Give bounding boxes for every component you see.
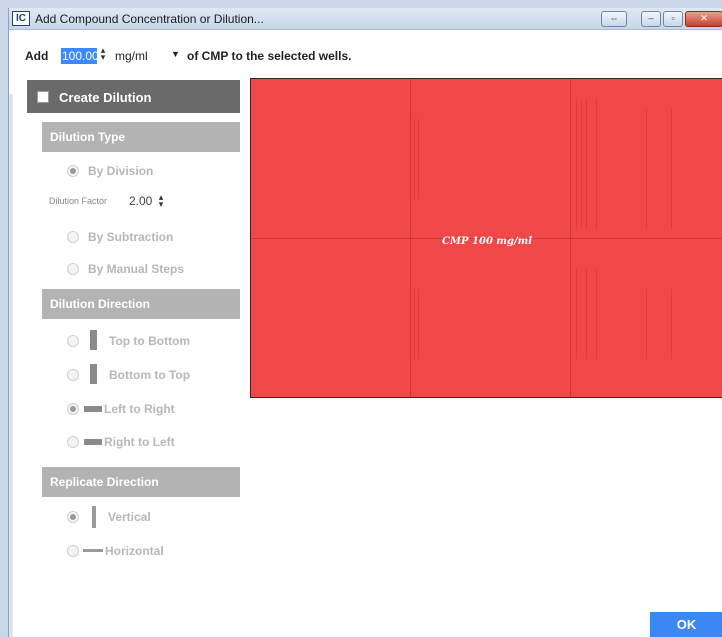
dilution-factor-label: Dilution Factor xyxy=(49,196,108,206)
radio-vertical[interactable] xyxy=(67,511,79,523)
plate-texture-line xyxy=(414,119,415,199)
chevron-down-icon[interactable]: ▼ xyxy=(171,49,180,59)
dilution-direction-header: Dilution Direction xyxy=(42,289,240,319)
plate-texture-line xyxy=(418,119,419,199)
dilution-factor-input[interactable]: 2.00 xyxy=(129,194,152,208)
radio-by-subtraction[interactable] xyxy=(67,231,79,243)
app-icon: IC xyxy=(12,11,30,26)
radio-by-manual-steps[interactable] xyxy=(67,263,79,275)
add-suffix-text: of CMP to the selected wells. xyxy=(187,49,352,63)
dialog-window: IC Add Compound Concentration or Dilutio… xyxy=(8,8,722,637)
create-dilution-checkbox[interactable] xyxy=(37,91,49,103)
horizontal-strip-icon xyxy=(84,406,102,412)
unit-select[interactable]: mg/ml xyxy=(115,49,148,63)
plate-preview[interactable]: CMP 100 mg/ml xyxy=(250,78,722,398)
concentration-input[interactable]: 100.00 xyxy=(61,48,99,64)
plate-texture-line xyxy=(586,269,587,359)
horizontal-line-icon xyxy=(83,549,103,552)
option-right-to-left[interactable]: Right to Left xyxy=(104,435,175,449)
plate-texture-line xyxy=(596,99,597,229)
option-bottom-to-top[interactable]: Bottom to Top xyxy=(109,368,190,382)
add-concentration-bar: Add 100.00 ▴ ▾ mg/ml ▼ of CMP to the sele… xyxy=(9,30,722,74)
option-by-subtraction[interactable]: By Subtraction xyxy=(88,230,173,244)
horizontal-strip-icon xyxy=(84,439,102,445)
plate-texture-line xyxy=(581,99,582,229)
close-button[interactable]: ✕ xyxy=(685,11,722,27)
radio-by-division[interactable] xyxy=(67,165,79,177)
ok-button[interactable]: OK xyxy=(650,612,722,637)
vertical-strip-icon xyxy=(90,330,97,350)
dilution-type-header: Dilution Type xyxy=(42,122,240,152)
radio-horizontal[interactable] xyxy=(67,545,79,557)
plate-texture-line xyxy=(646,109,647,229)
plate-texture-line xyxy=(418,289,419,359)
plate-texture-line xyxy=(586,99,587,229)
radio-bottom-to-top[interactable] xyxy=(67,369,79,381)
radio-right-to-left[interactable] xyxy=(67,436,79,448)
left-edge-strip xyxy=(9,94,13,637)
option-vertical[interactable]: Vertical xyxy=(108,510,151,524)
option-by-division[interactable]: By Division xyxy=(88,164,153,178)
replicate-direction-header: Replicate Direction xyxy=(42,467,240,497)
plate-texture-line xyxy=(576,269,577,359)
add-label: Add xyxy=(25,49,49,63)
plate-texture-line xyxy=(671,289,672,359)
plate-texture-line xyxy=(576,99,577,229)
radio-top-to-bottom[interactable] xyxy=(67,335,79,347)
plate-texture-line xyxy=(596,269,597,359)
option-horizontal[interactable]: Horizontal xyxy=(105,544,164,558)
option-left-to-right[interactable]: Left to Right xyxy=(104,402,175,416)
minimize-button[interactable]: – xyxy=(641,11,661,27)
radio-left-to-right[interactable] xyxy=(67,403,79,415)
vertical-strip-icon xyxy=(90,364,97,384)
window-title: Add Compound Concentration or Dilution..… xyxy=(35,12,264,26)
dilution-factor-spinner-icon[interactable]: ▴ ▾ xyxy=(157,193,165,209)
concentration-spinner-icon[interactable]: ▴ ▾ xyxy=(99,46,107,62)
option-top-to-bottom[interactable]: Top to Bottom xyxy=(109,334,190,348)
plate-texture-line xyxy=(414,289,415,359)
plate-texture-line xyxy=(646,289,647,359)
option-by-manual-steps[interactable]: By Manual Steps xyxy=(88,262,184,276)
vertical-line-icon xyxy=(92,506,96,528)
create-dilution-label: Create Dilution xyxy=(59,90,152,105)
maximize-button[interactable]: ▫ xyxy=(663,11,683,27)
create-dilution-toggle[interactable]: Create Dilution xyxy=(27,80,240,113)
title-bar[interactable]: IC Add Compound Concentration or Dilutio… xyxy=(9,8,722,30)
plate-compound-label: CMP 100 mg/ml xyxy=(442,236,532,247)
plate-texture-line xyxy=(671,109,672,229)
swap-icon-button[interactable]: ⇔ xyxy=(601,11,627,27)
